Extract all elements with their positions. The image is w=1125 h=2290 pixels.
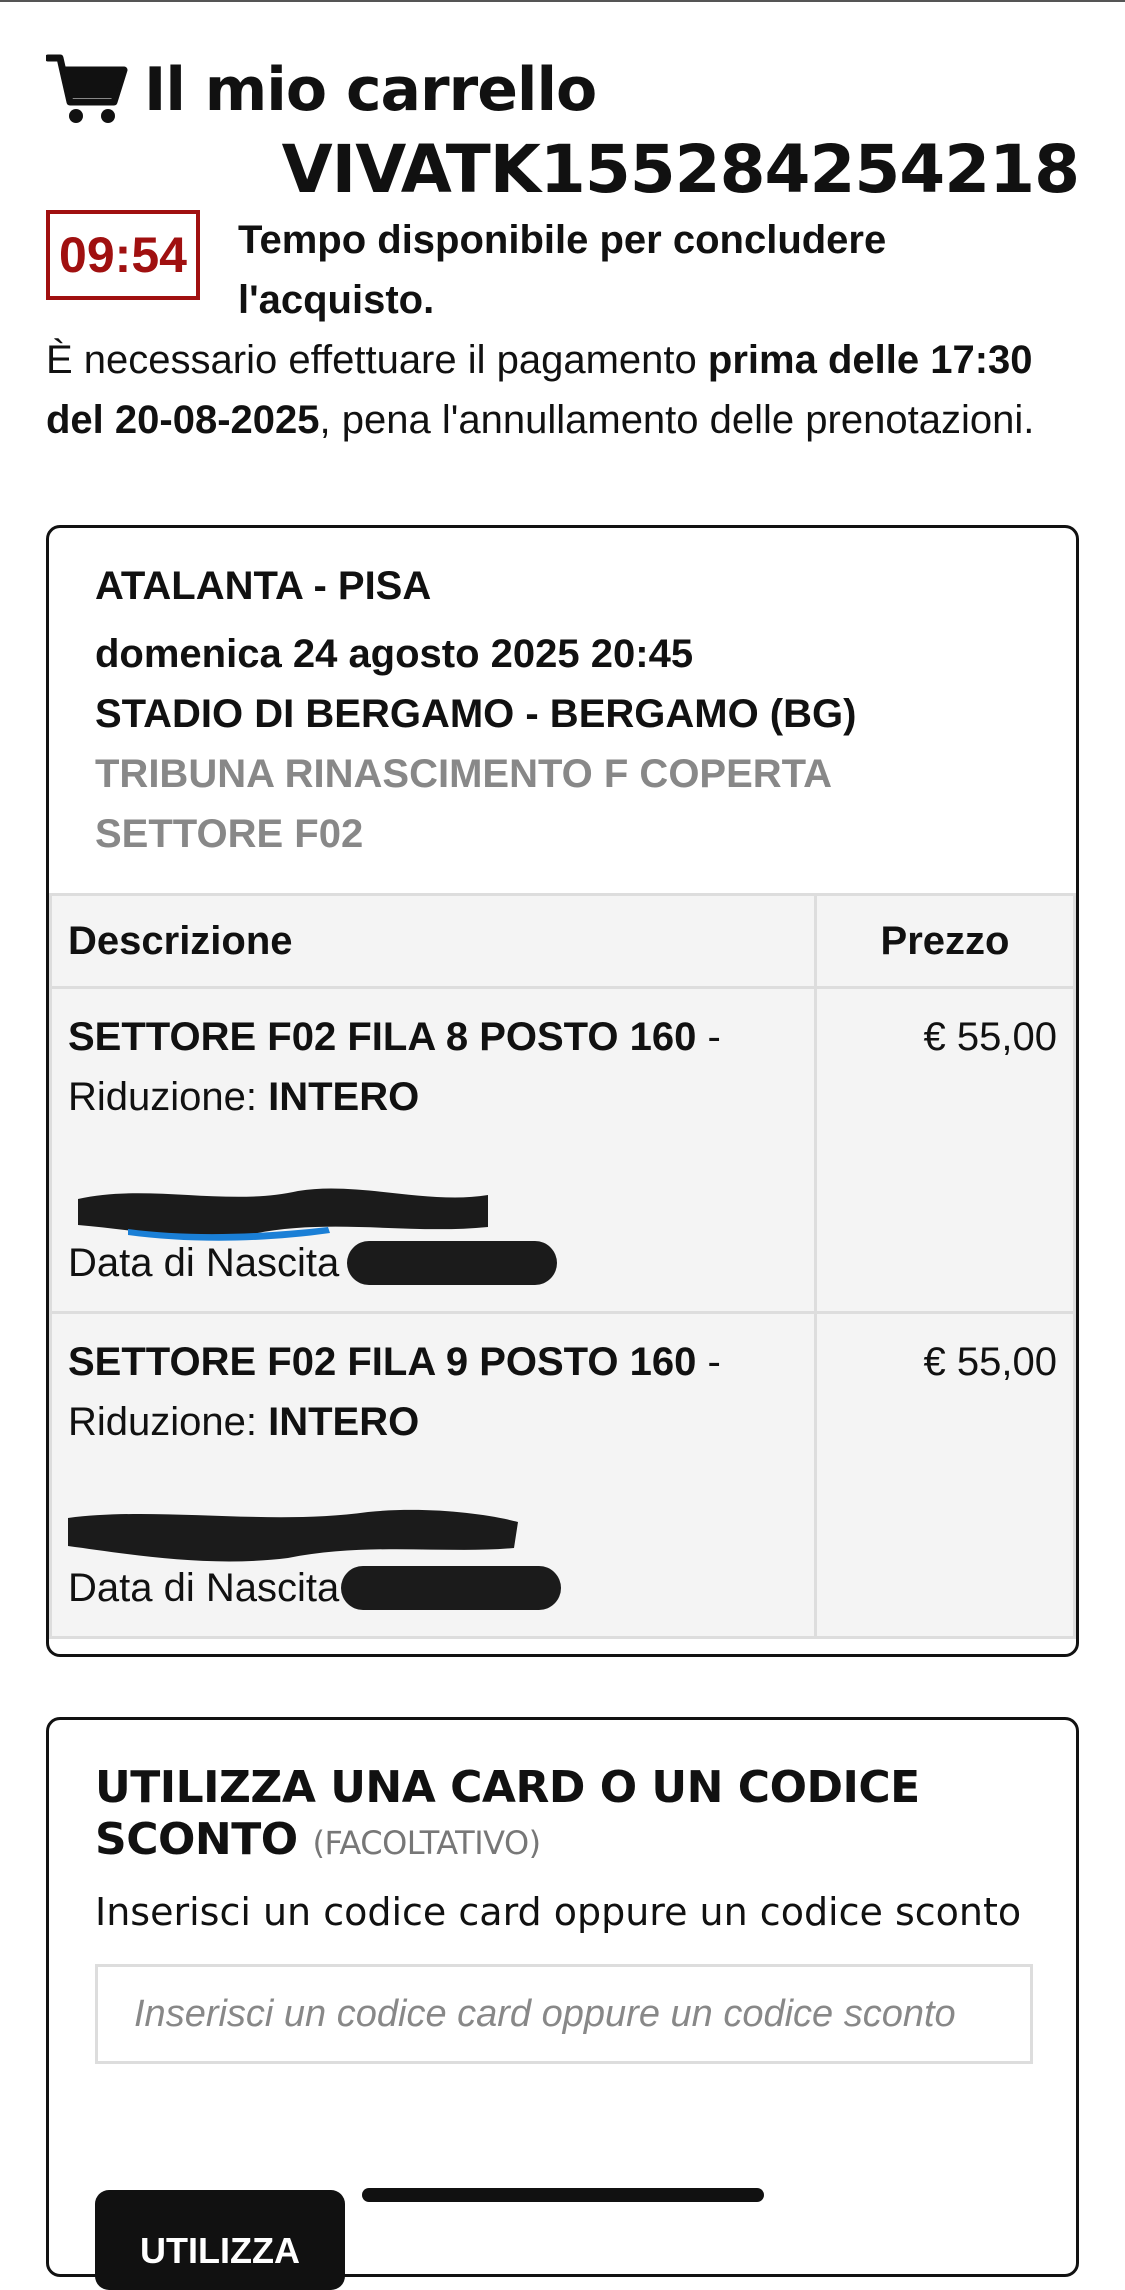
timer-label: Tempo disponibile per concludere l'acqui…: [238, 218, 887, 322]
cart-header: Il mio carrello: [46, 50, 597, 130]
event-sector: SETTORE F02: [95, 812, 364, 856]
page-title: Il mio carrello: [144, 55, 597, 125]
discount-optional-label: (FACOLTATIVO): [312, 1824, 541, 1862]
redacted-holder-name: [68, 1177, 798, 1241]
shopping-cart-icon: [46, 54, 128, 123]
event-venue: STADIO DI BERGAMO - BERGAMO (BG): [95, 692, 857, 736]
table-header-row: Descrizione Prezzo: [49, 893, 1076, 989]
column-header-price: Prezzo: [814, 893, 1076, 989]
apply-discount-button[interactable]: UTILIZZA: [95, 2190, 345, 2290]
payment-note-prefix: È necessario effettuare il pagamento: [46, 338, 708, 382]
item-reduction-value: INTERO: [268, 1075, 420, 1119]
event-datetime: domenica 24 agosto 2025 20:45: [95, 632, 694, 676]
item-reduction-label: Riduzione:: [68, 1400, 269, 1444]
item-description: SETTORE F02 FILA 9 POSTO 160 - Riduzione…: [49, 1311, 817, 1639]
countdown-timer: 09:54: [46, 210, 200, 300]
item-seat: SETTORE F02 FILA 9 POSTO 160: [68, 1340, 697, 1384]
discount-title: UTILIZZA UNA CARD O UN CODICE SCONTO (FA…: [95, 1762, 1025, 1869]
item-reduction-label: Riduzione:: [68, 1075, 269, 1119]
table-row: SETTORE F02 FILA 9 POSTO 160 - Riduzione…: [49, 1311, 1076, 1639]
payment-deadline-note: È necessario effettuare il pagamento pri…: [46, 330, 1066, 450]
item-reduction-line: Riduzione: INTERO: [68, 1392, 798, 1452]
item-price: € 55,00: [814, 986, 1076, 1314]
item-price: € 55,00: [814, 1311, 1076, 1639]
discount-code-input[interactable]: [95, 1964, 1033, 2064]
item-separator: -: [696, 1340, 721, 1384]
item-description: SETTORE F02 FILA 8 POSTO 160 - Riduzione…: [49, 986, 817, 1314]
discount-hint: Inserisci un codice card oppure un codic…: [95, 1890, 1022, 1934]
top-divider: [0, 0, 1125, 2]
cart-items-table: Descrizione Prezzo SETTORE F02 FILA 8 PO…: [49, 893, 1076, 1639]
event-match: ATALANTA - PISA: [95, 564, 432, 608]
redaction-scribble: [78, 1188, 488, 1241]
redacted-birth-date: [347, 1241, 558, 1285]
item-reduction-value: INTERO: [268, 1400, 420, 1444]
order-code: VIVATK155284254218: [281, 131, 1080, 208]
table-row: SETTORE F02 FILA 8 POSTO 160 - Riduzione…: [49, 986, 1076, 1314]
item-reduction-line: Riduzione: INTERO: [68, 1067, 798, 1127]
item-seat-line: SETTORE F02 FILA 9 POSTO 160 -: [68, 1332, 798, 1392]
item-seat: SETTORE F02 FILA 8 POSTO 160: [68, 1015, 697, 1059]
payment-note-suffix: , pena l'annullamento delle prenotazioni…: [319, 398, 1035, 442]
event-card: ATALANTA - PISA domenica 24 agosto 2025 …: [46, 525, 1079, 1657]
redaction-scribble: [68, 1509, 518, 1562]
redacted-birth-date: [341, 1566, 562, 1610]
home-indicator[interactable]: [362, 2188, 764, 2202]
item-seat-line: SETTORE F02 FILA 8 POSTO 160 -: [68, 1007, 798, 1067]
item-separator: -: [696, 1015, 721, 1059]
event-stand: TRIBUNA RINASCIMENTO F COPERTA: [95, 752, 833, 796]
column-header-description: Descrizione: [49, 893, 817, 989]
event-info: ATALANTA - PISA domenica 24 agosto 2025 …: [49, 528, 1076, 864]
redacted-holder-name: [68, 1502, 798, 1562]
